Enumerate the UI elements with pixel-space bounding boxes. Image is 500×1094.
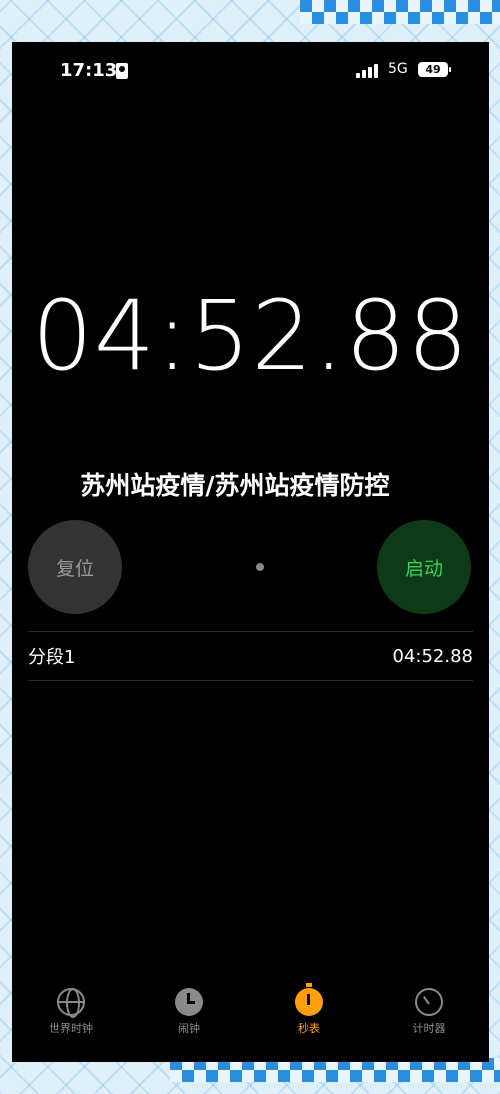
status-time: 17:13 <box>60 60 118 81</box>
tab-stopwatch[interactable]: 秒表 <box>264 982 354 1036</box>
page-indicator-dot <box>256 563 264 571</box>
tab-bar: 世界时钟 闹钟 秒表 计时器 <box>12 982 489 1062</box>
stopwatch-icon <box>295 983 323 1016</box>
lap-label: 分段1 <box>28 647 76 668</box>
tab-alarm[interactable]: 闹钟 <box>144 982 234 1036</box>
person-badge-icon <box>116 63 128 79</box>
reset-button[interactable]: 复位 <box>28 520 122 614</box>
alarm-clock-icon <box>175 988 203 1016</box>
tab-label: 秒表 <box>298 1022 320 1035</box>
decorative-checker-bottom <box>170 1058 500 1094</box>
network-type: 5G <box>388 61 408 77</box>
lap-divider-bottom <box>28 680 473 681</box>
battery-icon: 49 <box>418 62 451 77</box>
overlay-title: 苏州站疫情/苏州站疫情防控 <box>80 471 390 500</box>
signal-icon <box>356 64 382 78</box>
tab-label: 计时器 <box>412 1022 446 1035</box>
tab-label: 闹钟 <box>178 1022 200 1035</box>
lap-row: 分段1 04:52.88 <box>28 632 473 680</box>
lap-time: 04:52.88 <box>392 645 474 667</box>
start-button[interactable]: 启动 <box>377 520 471 614</box>
timer-icon <box>415 988 443 1016</box>
decorative-checker-top <box>300 0 500 36</box>
phone-screen: 17:13 5G 49 04:52.88 复位 启动 分段1 04:52.88 … <box>12 42 489 1062</box>
tab-timer[interactable]: 计时器 <box>384 982 474 1036</box>
status-bar: 17:13 5G 49 <box>12 60 489 84</box>
globe-icon <box>57 988 85 1018</box>
tab-world-clock[interactable]: 世界时钟 <box>26 982 116 1036</box>
stopwatch-display: 04:52.88 <box>31 280 470 392</box>
tab-label: 世界时钟 <box>49 1022 93 1035</box>
